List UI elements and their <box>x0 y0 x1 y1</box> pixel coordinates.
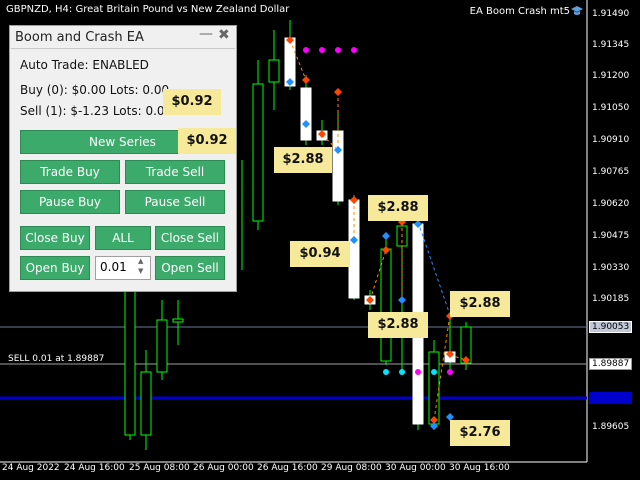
open-buy-button[interactable]: Open Buy <box>20 256 90 280</box>
boom-dot <box>351 47 357 53</box>
profit-tag: $0.92 <box>178 128 236 154</box>
sell-marker <box>334 88 342 96</box>
crash-dot <box>399 369 405 375</box>
time-label: 30 Aug 00:00 <box>385 463 446 473</box>
time-label: 24 Aug 2022 <box>2 463 60 473</box>
candle <box>172 318 184 323</box>
open-sell-button[interactable]: Open Sell <box>155 256 225 280</box>
close-all-button[interactable]: ALL <box>95 226 151 250</box>
time-label: 29 Aug 08:00 <box>321 463 382 473</box>
profit-tag: $2.88 <box>368 195 428 221</box>
price-label: 1.90330 <box>592 263 630 273</box>
symbol-info: GBPNZD, H4: Great Britain Pound vs New Z… <box>6 4 290 15</box>
profit-tag: $2.76 <box>450 420 510 446</box>
ea-name-label: EA Boom Crash mt5 <box>469 6 570 17</box>
profit-tag: $0.94 <box>290 241 350 267</box>
close-buy-button[interactable]: Close Buy <box>20 226 90 250</box>
crash-dot <box>431 369 437 375</box>
minimize-icon[interactable]: — <box>199 26 213 42</box>
chart-window: GBPNZD, H4: Great Britain Pound vs New Z… <box>0 0 640 480</box>
trade-sell-button[interactable]: Trade Sell <box>125 160 225 184</box>
buy-marker <box>398 296 406 304</box>
boom-dot <box>319 47 325 53</box>
spin-up-icon[interactable]: ▲ <box>138 257 143 265</box>
boom-dot <box>447 369 453 375</box>
buy-info: Buy (0): $0.00 Lots: 0.00 <box>20 83 170 97</box>
auto-trade-status: Auto Trade: ENABLED <box>20 58 149 72</box>
sell-order-label: SELL 0.01 at 1.89887 <box>8 354 105 364</box>
sell-info: Sell (1): $-1.23 Lots: 0.01 <box>20 104 173 118</box>
blue-level-tag: 1.89745 <box>589 392 633 404</box>
price-label: 1.89605 <box>592 422 630 432</box>
spin-down-icon[interactable]: ▼ <box>138 267 143 275</box>
trade-buy-button[interactable]: Trade Buy <box>20 160 120 184</box>
candle <box>252 83 264 222</box>
candle <box>300 87 312 141</box>
time-label: 25 Aug 08:00 <box>129 463 190 473</box>
profit-tag: $2.88 <box>274 147 332 173</box>
price-label: 1.90620 <box>592 199 630 209</box>
panel-title: Boom and Crash EA <box>15 30 144 45</box>
time-label: 30 Aug 16:00 <box>449 463 510 473</box>
crash-dot <box>383 369 389 375</box>
sell-price-tag: 1.89887 <box>589 358 633 370</box>
price-label: 1.90910 <box>592 135 630 145</box>
pause-sell-button[interactable]: Pause Sell <box>125 190 225 214</box>
price-label: 1.91200 <box>592 71 630 81</box>
boom-dot <box>303 47 309 53</box>
profit-tag: $2.88 <box>368 312 428 338</box>
ea-panel: Boom and Crash EA — ✖ Auto Trade: ENABLE… <box>9 25 237 292</box>
time-label: 26 Aug 00:00 <box>193 463 254 473</box>
candle <box>140 371 152 436</box>
panel-divider <box>11 48 235 49</box>
ea-graduation-cap-icon[interactable] <box>570 4 584 18</box>
close-icon[interactable]: ✖ <box>218 27 230 43</box>
profit-tag: $2.88 <box>450 291 510 317</box>
sell-marker <box>302 76 310 84</box>
candle <box>380 248 392 362</box>
buy-marker <box>382 232 390 240</box>
price-label: 1.90475 <box>592 231 630 241</box>
candle <box>268 59 280 83</box>
price-label: 1.90765 <box>592 167 630 177</box>
current-price-tag: 1.90053 <box>589 321 633 333</box>
candle <box>156 319 168 373</box>
pause-buy-button[interactable]: Pause Buy <box>20 190 120 214</box>
candle <box>428 351 440 425</box>
trade-markers <box>286 36 470 430</box>
profit-tag: $0.92 <box>163 89 221 115</box>
time-label: 26 Aug 16:00 <box>257 463 318 473</box>
trade-lines <box>289 39 467 421</box>
boom-dot <box>415 369 421 375</box>
price-label: 1.91345 <box>592 40 630 50</box>
close-sell-button[interactable]: Close Sell <box>155 226 225 250</box>
time-label: 24 Aug 16:00 <box>64 463 125 473</box>
price-label: 1.91050 <box>592 103 630 113</box>
price-label: 1.91490 <box>592 9 630 19</box>
boom-dot <box>335 47 341 53</box>
price-label: 1.90185 <box>592 294 630 304</box>
